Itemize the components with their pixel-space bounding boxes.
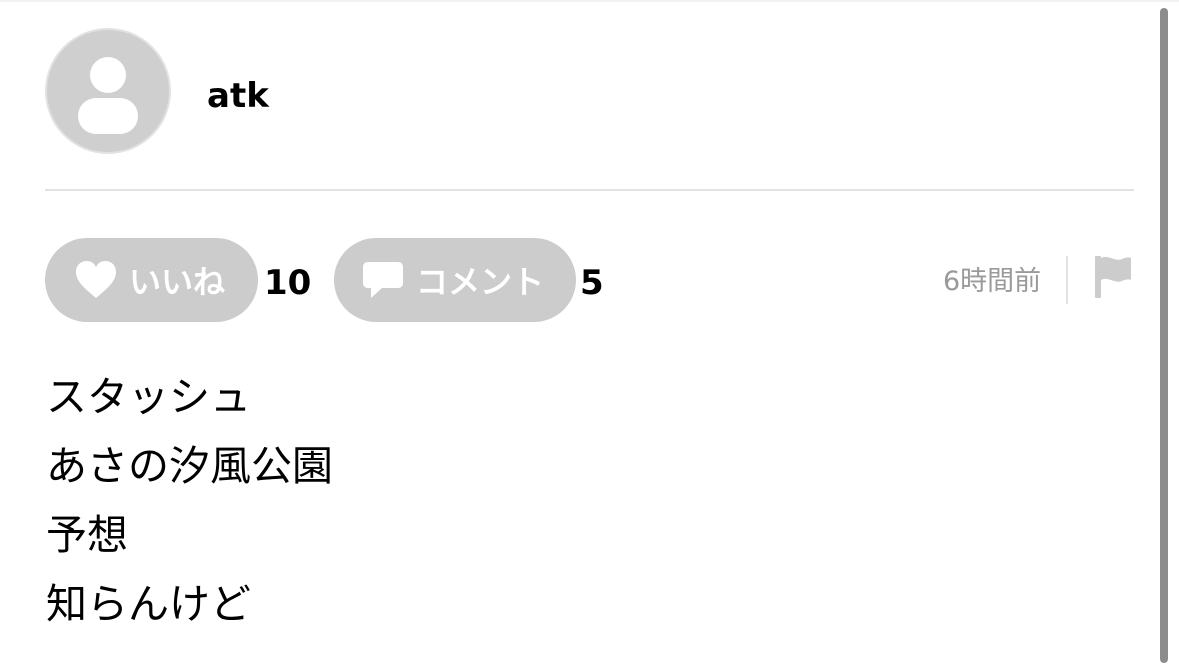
like-label: いいね (129, 263, 226, 301)
timestamp-separator (1066, 256, 1068, 304)
top-edge (0, 0, 1179, 2)
comment-button[interactable]: コメント (334, 238, 576, 322)
post-line: あさの汐風公園 (46, 442, 333, 490)
post-line: スタッシュ (46, 373, 251, 421)
like-count: 10 (264, 263, 312, 303)
comment-count: 5 (580, 263, 604, 303)
post-timestamp: 6時間前 (943, 266, 1042, 297)
like-button[interactable]: いいね (45, 238, 258, 322)
user-avatar-icon (78, 57, 138, 134)
report-button[interactable] (1093, 254, 1133, 304)
post-line: 予想 (46, 511, 128, 559)
comment-label: コメント (416, 263, 545, 301)
username[interactable]: atk (207, 76, 269, 116)
post-line: 知らんけど (46, 580, 251, 628)
heart-icon (75, 260, 117, 300)
scrollbar[interactable] (1160, 8, 1168, 663)
post-card: atk いいね 10 コメント 5 6時間前 スタッシュ あさの汐風公園 予想 … (0, 0, 1179, 668)
user-avatar[interactable] (45, 28, 171, 154)
speech-bubble-icon (362, 260, 404, 300)
header-divider (45, 189, 1134, 191)
flag-icon (1095, 256, 1131, 298)
post-body: スタッシュ あさの汐風公園 予想 知らんけど (46, 363, 333, 639)
